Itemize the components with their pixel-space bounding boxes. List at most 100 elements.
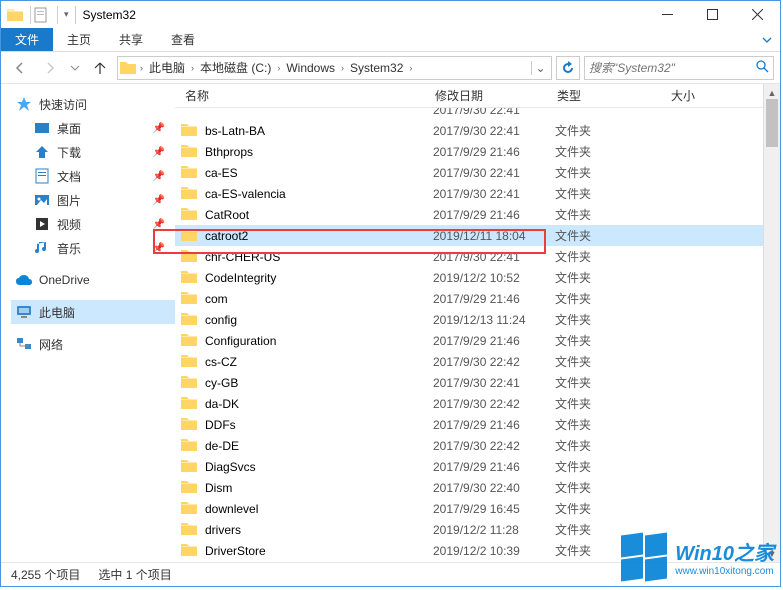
breadcrumb-item[interactable]: 此电脑 [147, 59, 187, 76]
nav-this-pc[interactable]: 此电脑 [11, 300, 175, 324]
cell-type: 文件夹 [555, 206, 669, 223]
nav-quick-access[interactable]: 快速访问 [11, 92, 175, 116]
folder-icon [181, 521, 199, 538]
maximize-button[interactable] [690, 1, 735, 28]
cell-type: 文件夹 [555, 248, 669, 265]
folder-icon [181, 122, 199, 139]
table-row[interactable]: Configuration2017/9/29 21:46文件夹 [175, 330, 780, 351]
table-row[interactable]: config2019/12/13 11:24文件夹 [175, 309, 780, 330]
minimize-button[interactable] [645, 1, 690, 28]
column-name[interactable]: 名称 [179, 87, 435, 104]
nav-label: 文档 [57, 168, 81, 185]
cell-date: 2019/12/2 10:52 [433, 271, 555, 285]
cell-type: 文件夹 [555, 332, 669, 349]
ribbon-expand-icon[interactable] [754, 28, 780, 51]
forward-button[interactable] [37, 55, 63, 81]
cell-date: 2017/9/30 22:42 [433, 397, 555, 411]
chevron-right-icon[interactable]: › [275, 63, 282, 73]
table-row[interactable]: de-DE2017/9/30 22:42文件夹 [175, 435, 780, 456]
sidebar-item-文档[interactable]: 文档📌 [29, 164, 175, 188]
cell-type: 文件夹 [555, 458, 669, 475]
breadcrumb-item[interactable]: Windows [284, 61, 337, 75]
table-row[interactable]: 2017/9/30 22:41 [175, 108, 780, 120]
chevron-right-icon[interactable]: › [407, 63, 414, 73]
cell-type: 文件夹 [555, 143, 669, 160]
table-row[interactable]: CatRoot2017/9/29 21:46文件夹 [175, 204, 780, 225]
table-row[interactable]: cs-CZ2017/9/30 22:42文件夹 [175, 351, 780, 372]
chevron-right-icon[interactable]: › [138, 63, 145, 73]
address-dropdown[interactable]: ⌄ [531, 61, 549, 75]
tab-file[interactable]: 文件 [1, 28, 53, 51]
column-size[interactable]: 大小 [671, 87, 731, 104]
cell-date: 2017/9/30 22:41 [433, 124, 555, 138]
cell-name: CodeIntegrity [205, 271, 433, 285]
table-row[interactable]: CodeIntegrity2019/12/2 10:52文件夹 [175, 267, 780, 288]
breadcrumb-item[interactable]: System32 [348, 61, 405, 75]
table-row[interactable]: cy-GB2017/9/30 22:41文件夹 [175, 372, 780, 393]
cell-date: 2017/9/30 22:40 [433, 481, 555, 495]
tab-home[interactable]: 主页 [53, 28, 105, 51]
nav-onedrive[interactable]: OneDrive [11, 268, 175, 292]
watermark-title: Win10之家 [675, 537, 774, 566]
nav-label: 视频 [57, 216, 81, 233]
column-type[interactable]: 类型 [557, 87, 671, 104]
refresh-button[interactable] [556, 56, 580, 80]
table-row[interactable]: bs-Latn-BA2017/9/30 22:41文件夹 [175, 120, 780, 141]
table-row[interactable]: ca-ES-valencia2017/9/30 22:41文件夹 [175, 183, 780, 204]
sidebar-item-桌面[interactable]: 桌面📌 [29, 116, 175, 140]
cell-name: cs-CZ [205, 355, 433, 369]
up-button[interactable] [87, 55, 113, 81]
breadcrumb-item[interactable]: 本地磁盘 (C:) [198, 59, 273, 76]
table-row[interactable]: downlevel2017/9/29 16:45文件夹 [175, 498, 780, 519]
table-row[interactable]: chr-CHER-US2017/9/30 22:41文件夹 [175, 246, 780, 267]
nav-network[interactable]: 网络 [11, 332, 175, 356]
nav-label: OneDrive [39, 273, 90, 287]
table-row[interactable]: da-DK2017/9/30 22:42文件夹 [175, 393, 780, 414]
cell-name: bs-Latn-BA [205, 124, 433, 138]
search-box[interactable] [584, 56, 774, 80]
search-input[interactable] [589, 61, 751, 75]
folder-icon [181, 542, 199, 559]
table-row[interactable]: Dism2017/9/30 22:40文件夹 [175, 477, 780, 498]
folder-icon [181, 395, 199, 412]
sidebar-item-下载[interactable]: 下载📌 [29, 140, 175, 164]
pin-icon: 📌 [153, 243, 165, 254]
chevron-right-icon[interactable]: › [189, 63, 196, 73]
cell-type: 文件夹 [555, 290, 669, 307]
recent-button[interactable] [67, 55, 83, 81]
sidebar-item-图片[interactable]: 图片📌 [29, 188, 175, 212]
close-button[interactable] [735, 1, 780, 28]
window-title: System32 [83, 8, 136, 22]
table-row[interactable]: DiagSvcs2017/9/29 21:46文件夹 [175, 456, 780, 477]
nav-label: 此电脑 [39, 304, 75, 321]
dropdown-icon[interactable]: ▾ [61, 9, 72, 20]
computer-icon [15, 303, 33, 321]
breadcrumb-bar[interactable]: › 此电脑 › 本地磁盘 (C:) › Windows › System32 ›… [117, 56, 552, 80]
chevron-right-icon[interactable]: › [339, 63, 346, 73]
back-button[interactable] [7, 55, 33, 81]
cell-name: CatRoot [205, 208, 433, 222]
sidebar-item-视频[interactable]: 视频📌 [29, 212, 175, 236]
tab-share[interactable]: 共享 [105, 28, 157, 51]
scrollbar[interactable]: ▲ ▼ [763, 84, 780, 562]
column-date[interactable]: 修改日期 [435, 87, 557, 104]
table-row[interactable]: catroot22019/12/11 18:04文件夹 [175, 225, 780, 246]
cell-type: 文件夹 [555, 311, 669, 328]
search-icon[interactable] [755, 59, 769, 76]
cell-date: 2017/9/29 21:46 [433, 334, 555, 348]
tab-view[interactable]: 查看 [157, 28, 209, 51]
cell-date: 2017/9/29 21:46 [433, 418, 555, 432]
cell-name: drivers [205, 523, 433, 537]
table-row[interactable]: Bthprops2017/9/29 21:46文件夹 [175, 141, 780, 162]
table-row[interactable]: DDFs2017/9/29 21:46文件夹 [175, 414, 780, 435]
table-row[interactable]: ca-ES2017/9/30 22:41文件夹 [175, 162, 780, 183]
folder-icon [7, 7, 23, 23]
nav-label: 桌面 [57, 120, 81, 137]
cell-type: 文件夹 [555, 227, 669, 244]
windows-logo-icon [621, 534, 667, 580]
cell-date: 2019/12/13 11:24 [433, 313, 555, 327]
table-row[interactable]: com2017/9/29 21:46文件夹 [175, 288, 780, 309]
sidebar-item-音乐[interactable]: 音乐📌 [29, 236, 175, 260]
scroll-thumb[interactable] [766, 99, 778, 147]
nav-label: 图片 [57, 192, 81, 209]
